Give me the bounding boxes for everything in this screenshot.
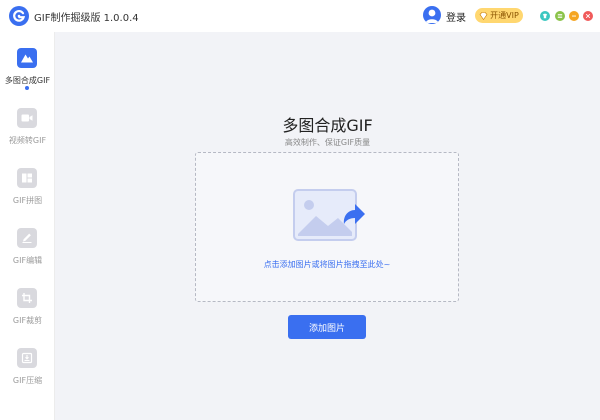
page-subtitle: 高效制作、保证GIF质量 xyxy=(284,138,371,147)
minimize-icon xyxy=(572,15,576,17)
drop-zone-hint: 点击添加图片或将图片拖拽至此处~ xyxy=(263,260,391,269)
app-title: GIF制作掘级版 1.0.0.4 xyxy=(34,13,139,24)
main-content: 多图合成GIF 高效制作、保证GIF质量 点击添加图片或将图片拖拽至此处~ 添加… xyxy=(55,32,600,420)
vip-label: 开通VIP xyxy=(490,11,519,20)
sidebar-item-gif-compress[interactable]: GIF压缩 xyxy=(0,348,55,404)
compress-icon xyxy=(17,348,37,368)
crop-icon xyxy=(17,288,37,308)
video-icon xyxy=(17,108,37,128)
image-mountain-icon xyxy=(17,48,37,68)
login-link[interactable]: 登录 xyxy=(446,9,466,24)
menu-button[interactable] xyxy=(555,11,565,21)
title-bar: GIF制作掘级版 1.0.0.4 登录 开通VIP xyxy=(0,0,600,32)
sidebar: 多图合成GIF 视频转GIF GIF拼图 GIF编辑 GIF裁剪 GIF压缩 xyxy=(0,32,55,420)
minimize-button[interactable] xyxy=(569,11,579,21)
sidebar-item-multi-image-gif[interactable]: 多图合成GIF xyxy=(0,48,55,104)
app-logo-icon xyxy=(9,6,29,26)
page-title: 多图合成GIF xyxy=(282,116,373,135)
diamond-icon xyxy=(479,11,488,20)
collage-icon xyxy=(17,168,37,188)
menu-icon xyxy=(557,14,563,18)
image-drop-zone[interactable]: 点击添加图片或将图片拖拽至此处~ xyxy=(195,152,459,302)
sidebar-item-gif-collage[interactable]: GIF拼图 xyxy=(0,168,55,224)
skin-icon xyxy=(542,13,548,19)
close-icon xyxy=(585,13,591,19)
open-vip-button[interactable]: 开通VIP xyxy=(475,8,523,23)
sidebar-item-label: GIF裁剪 xyxy=(12,316,43,325)
sidebar-item-label: GIF编辑 xyxy=(12,256,43,265)
edit-icon xyxy=(17,228,37,248)
add-image-icon xyxy=(293,189,365,241)
active-indicator xyxy=(25,86,29,90)
user-avatar-icon[interactable] xyxy=(423,6,441,24)
sidebar-item-label: 多图合成GIF xyxy=(4,76,51,85)
sidebar-item-video-to-gif[interactable]: 视频转GIF xyxy=(0,108,55,164)
sidebar-item-gif-crop[interactable]: GIF裁剪 xyxy=(0,288,55,344)
skin-button[interactable] xyxy=(540,11,550,21)
sidebar-item-label: 视频转GIF xyxy=(8,136,47,145)
close-button[interactable] xyxy=(583,11,593,21)
sidebar-item-gif-edit[interactable]: GIF编辑 xyxy=(0,228,55,284)
sidebar-item-label: GIF压缩 xyxy=(12,376,43,385)
add-image-button[interactable]: 添加图片 xyxy=(288,315,366,339)
sidebar-item-label: GIF拼图 xyxy=(12,196,43,205)
